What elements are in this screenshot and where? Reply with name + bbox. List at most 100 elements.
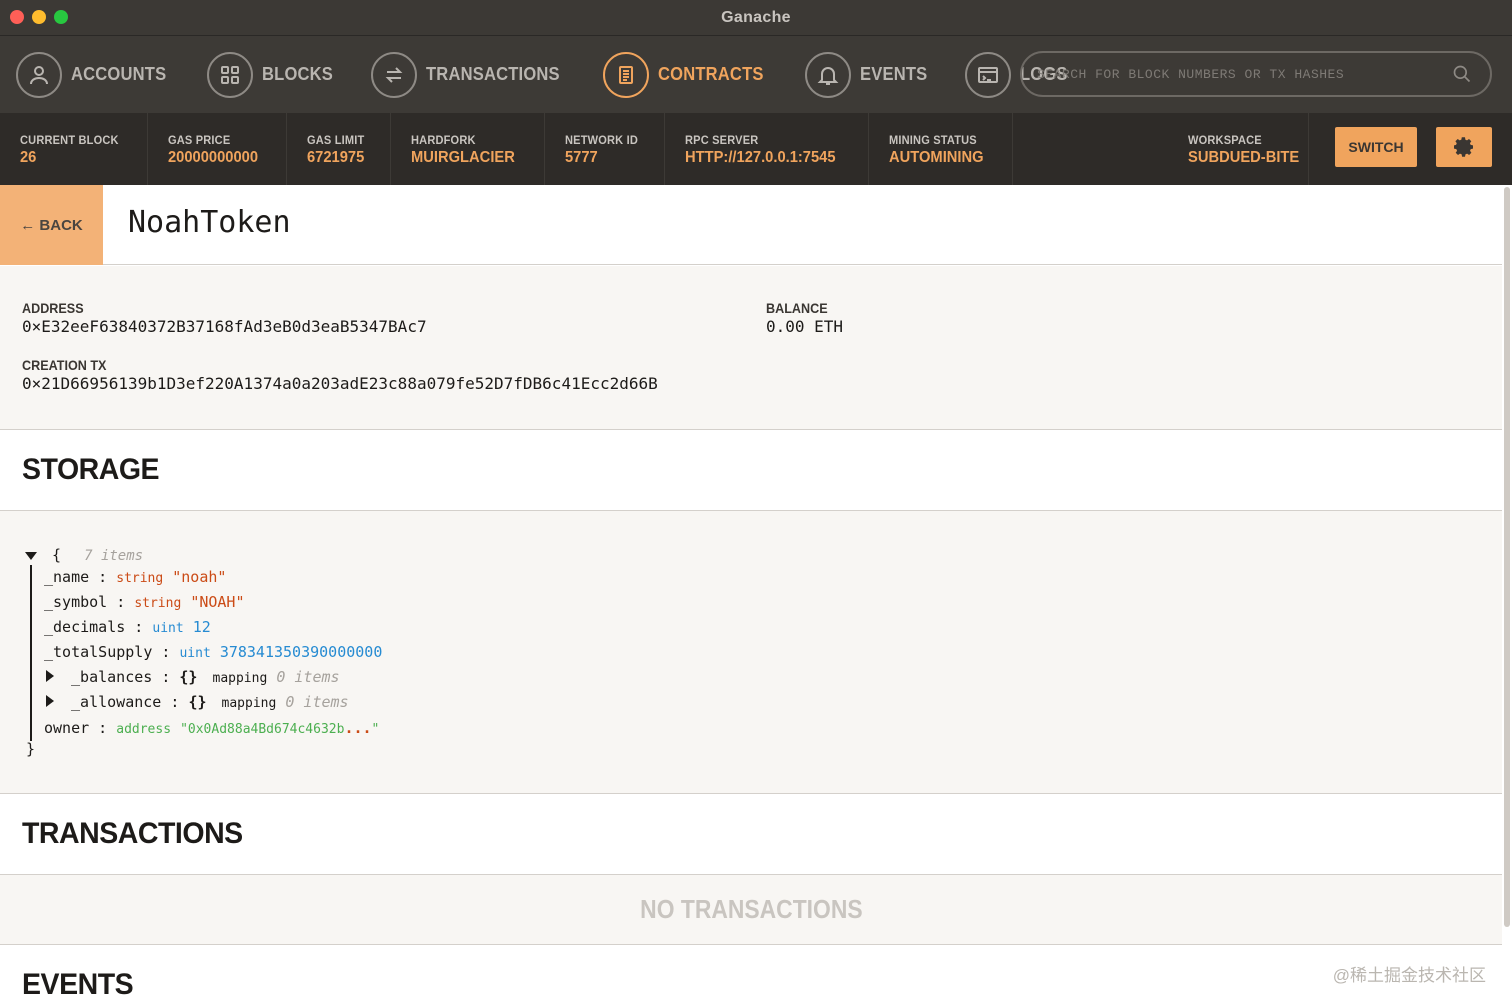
- empty-transactions: NO TRANSACTIONS: [0, 875, 1502, 945]
- row-key: _allowance: [71, 693, 162, 711]
- stat-label: RPC SERVER: [684, 133, 759, 147]
- storage-row-balances[interactable]: _balances : {} mapping 0 items: [46, 668, 340, 686]
- stat-value: HTTP://127.0.0.1:7545: [684, 149, 836, 166]
- collapse-caret-icon[interactable]: [25, 552, 37, 560]
- back-button[interactable]: ← BACK: [0, 185, 103, 265]
- row-type: uint: [152, 621, 184, 636]
- minimize-window-button[interactable]: [32, 10, 46, 24]
- stat-label: HARDFORK: [410, 133, 476, 147]
- contract-header: ← BACK NoahToken: [0, 185, 1502, 265]
- scrollbar[interactable]: [1504, 187, 1510, 927]
- row-value: 378341350390000000: [219, 643, 383, 661]
- grid-icon: [206, 51, 253, 98]
- ellipsis-expand[interactable]: ...: [344, 719, 371, 737]
- row-value: "0x0Ad88a4Bd674c4632b: [180, 722, 345, 737]
- transactions-title: TRANSACTIONS: [22, 817, 243, 850]
- nav-blocks-label: BLOCKS: [261, 64, 333, 84]
- stat-hardfork: HARDFORK MUIRGLACIER: [391, 113, 545, 185]
- storage-row-owner: owner : address "0x0Ad88a4Bd674c4632b...…: [44, 719, 380, 737]
- stat-value: 20000000000: [168, 149, 259, 166]
- contract-detail: ← BACK NoahToken ADDRESS 0×E32eeF6384037…: [0, 185, 1512, 1008]
- window-title: Ganache: [721, 8, 791, 26]
- item-count: 7 items: [84, 548, 144, 564]
- balance-label: BALANCE: [766, 300, 828, 316]
- stat-label: CURRENT BLOCK: [20, 133, 119, 147]
- close-brace: }: [26, 740, 36, 758]
- row-type: string: [116, 571, 164, 586]
- nav-accounts[interactable]: ACCOUNTS: [16, 51, 175, 98]
- no-transactions-text: NO TRANSACTIONS: [639, 894, 863, 924]
- stat-label: GAS LIMIT: [307, 133, 365, 147]
- events-section-header: EVENTS: [0, 946, 1502, 1008]
- creation-tx-value: 0×21D66956139b1D3ef220A1374a0a203adE23c8…: [22, 374, 658, 393]
- switch-workspace-button[interactable]: SWITCH: [1335, 127, 1417, 167]
- bell-icon: [805, 51, 852, 98]
- stat-value: MUIRGLACIER: [410, 149, 515, 166]
- row-braces: {}: [188, 693, 207, 711]
- row-key: owner: [44, 719, 90, 737]
- stat-value: AUTOMINING: [889, 149, 985, 166]
- stat-value: SUBDUED-BITE: [1188, 149, 1300, 166]
- nav-transactions-label: TRANSACTIONS: [425, 64, 560, 84]
- address-label: ADDRESS: [22, 300, 84, 316]
- transactions-section-header: TRANSACTIONS: [0, 795, 1502, 875]
- gear-icon: [1454, 137, 1473, 157]
- row-count: 0 items: [276, 668, 340, 686]
- transfer-icon: [370, 51, 417, 98]
- contract-name: NoahToken: [128, 205, 291, 240]
- nav-contracts[interactable]: CONTRACTS: [603, 51, 773, 98]
- row-key: _decimals: [44, 618, 126, 636]
- search-icon[interactable]: [1452, 64, 1472, 89]
- storage-row-name: _name : string "noah": [44, 568, 227, 586]
- status-bar: CURRENT BLOCK 26 GAS PRICE 20000000000 G…: [0, 113, 1512, 185]
- stat-value: 6721975: [307, 149, 365, 166]
- expand-caret-icon[interactable]: [46, 695, 54, 707]
- expand-caret-icon[interactable]: [46, 670, 54, 682]
- creation-tx-label: CREATION TX: [22, 357, 107, 373]
- document-icon: [603, 51, 650, 98]
- stat-label: WORKSPACE: [1188, 133, 1262, 147]
- close-window-button[interactable]: [10, 10, 24, 24]
- storage-title: STORAGE: [22, 453, 160, 486]
- storage-root[interactable]: { 7 items: [25, 546, 143, 564]
- terminal-icon: [965, 51, 1012, 98]
- nav-events[interactable]: EVENTS: [805, 51, 933, 98]
- window-controls: [10, 10, 68, 24]
- row-count: 0 items: [285, 693, 349, 711]
- nav-events-label: EVENTS: [860, 64, 928, 84]
- nav-accounts-label: ACCOUNTS: [71, 64, 167, 84]
- stat-value: 26: [20, 149, 37, 166]
- storage-row-decimals: _decimals : uint 12: [44, 618, 211, 636]
- row-type: string: [134, 596, 182, 611]
- stat-current-block: CURRENT BLOCK 26: [0, 113, 149, 185]
- storage-row-allowance[interactable]: _allowance : {} mapping 0 items: [46, 693, 349, 711]
- nav-transactions[interactable]: TRANSACTIONS: [370, 51, 571, 98]
- search-input[interactable]: [1037, 66, 1437, 82]
- main-nav: ACCOUNTS BLOCKS TRANSACTIONS CONTRACTS E…: [0, 36, 1512, 113]
- balance-value: 0.00 ETH: [766, 317, 844, 336]
- row-type: mapping: [221, 696, 277, 711]
- stat-rpc-server: RPC SERVER HTTP://127.0.0.1:7545: [665, 113, 870, 185]
- row-end-quote: ": [371, 722, 380, 737]
- events-title: EVENTS: [22, 968, 134, 1001]
- nav-blocks[interactable]: BLOCKS: [206, 51, 339, 98]
- maximize-window-button[interactable]: [54, 10, 68, 24]
- address-value: 0×E32eeF63840372B37168fAd3eB0d3eaB5347BA…: [22, 317, 427, 336]
- user-icon: [16, 51, 62, 98]
- watermark: @稀土掘金技术社区: [1332, 966, 1486, 985]
- storage-row-total-supply: _totalSupply : uint 378341350390000000: [44, 643, 383, 661]
- search-box: [1020, 51, 1492, 97]
- stat-label: GAS PRICE: [168, 133, 231, 147]
- row-value: "noah": [172, 568, 227, 586]
- row-key: _name: [44, 568, 90, 586]
- stat-mining-status: MINING STATUS AUTOMINING: [869, 113, 1014, 185]
- settings-button[interactable]: [1436, 127, 1492, 167]
- contract-info: ADDRESS 0×E32eeF63840372B37168fAd3eB0d3e…: [0, 266, 1502, 430]
- tree-line: [30, 565, 32, 741]
- storage-row-symbol: _symbol : string "NOAH": [44, 593, 245, 611]
- row-key: _balances: [71, 668, 153, 686]
- storage-section-header: STORAGE: [0, 431, 1502, 511]
- open-brace: {: [52, 546, 62, 564]
- row-key: _symbol: [44, 593, 108, 611]
- storage-tree: { 7 items _name : string "noah" _symbol …: [0, 511, 1502, 794]
